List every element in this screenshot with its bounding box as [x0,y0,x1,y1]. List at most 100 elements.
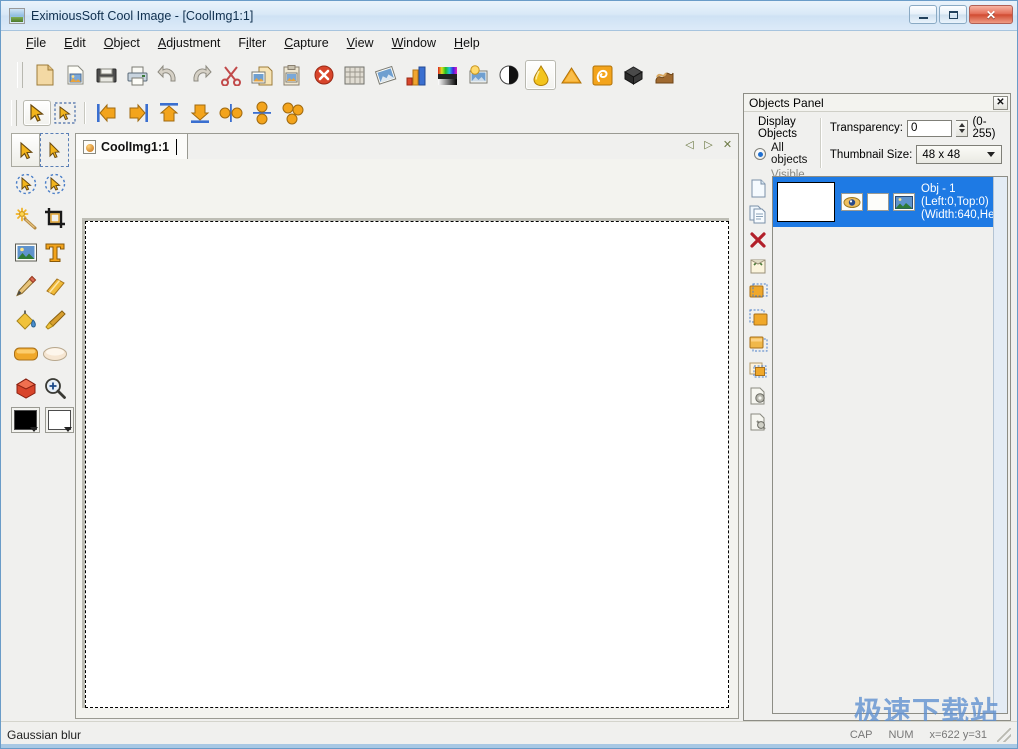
align-left-button[interactable] [91,98,122,128]
align-bottom-button[interactable] [184,98,215,128]
pointer-tool[interactable] [11,133,40,167]
eraser-tool[interactable] [40,269,69,303]
polygon-tool[interactable] [11,371,40,405]
distribute-button[interactable] [277,98,308,128]
color-palette-button[interactable] [432,60,463,90]
select-object-tool[interactable] [23,100,51,126]
orange-square-up-icon [749,283,768,301]
merge-layers-icon [749,257,768,275]
canvas-scroll-area[interactable] [76,159,738,718]
maximize-button[interactable] [939,5,967,24]
redo-button[interactable] [184,60,215,90]
transparency-input[interactable]: 0 [907,120,952,137]
undo-button[interactable] [153,60,184,90]
rotate-left-tool[interactable] [11,167,40,201]
menu-window[interactable]: Window [383,34,445,52]
pointer-marquee-tool[interactable] [40,133,69,167]
align-right-button[interactable] [122,98,153,128]
background-color-swatch[interactable] [45,407,74,433]
objects-panel-close-button[interactable]: ✕ [993,96,1008,110]
blur-button[interactable] [525,60,556,90]
blank-thumb-icon[interactable] [867,193,889,211]
open-button[interactable] [60,60,91,90]
radio-all-objects[interactable]: All objects [754,142,818,166]
foreground-color-swatch[interactable] [11,407,40,433]
print-button[interactable] [122,60,153,90]
menu-capture[interactable]: Capture [275,34,337,52]
rectangle-tool[interactable] [11,337,40,371]
minimize-button[interactable] [909,5,937,24]
crop-tool[interactable] [40,201,69,235]
transparency-stepper[interactable] [956,120,968,137]
new-button[interactable] [29,60,60,90]
align-center-horizontal-button[interactable] [215,98,246,128]
chevron-down-icon[interactable] [30,427,38,432]
bring-front-button[interactable] [747,334,769,354]
align-center-vertical-button[interactable] [246,98,277,128]
app-icon [9,8,25,24]
delete-object-button[interactable] [747,230,769,250]
sharpen-button[interactable] [556,60,587,90]
copy-button[interactable] [246,60,277,90]
close-button[interactable]: ✕ [969,5,1013,24]
chevron-down-icon[interactable] [64,427,72,432]
objects-list-item[interactable]: Obj - 1 (Left:0,Top:0) (Width:640,Height… [773,177,1007,227]
window-title: EximiousSoft Cool Image - [CoolImg1:1] [31,9,253,23]
objects-list[interactable]: Obj - 1 (Left:0,Top:0) (Width:640,Height… [772,176,1008,714]
brightness-button[interactable] [463,60,494,90]
move-up-button[interactable] [747,282,769,302]
align-toolbar-grip[interactable] [11,100,17,126]
magic-wand-tool[interactable] [11,201,40,235]
image-thumb-icon[interactable] [893,193,915,211]
contrast-button[interactable] [494,60,525,90]
thumbnail-size-value: 48 x 48 [922,149,960,161]
menu-adjustment[interactable]: Adjustment [149,34,230,52]
distort-button[interactable] [587,60,618,90]
object-effects-button[interactable] [747,412,769,432]
menu-help[interactable]: Help [445,34,489,52]
texture-button[interactable] [649,60,680,90]
paste-button[interactable] [277,60,308,90]
image-canvas[interactable] [85,221,729,708]
select-region-tool[interactable] [51,100,79,126]
histogram-button[interactable] [401,60,432,90]
visibility-eye-icon[interactable] [841,193,863,211]
cut-button[interactable] [215,60,246,90]
image-effect-button[interactable] [370,60,401,90]
send-back-button[interactable] [747,360,769,380]
rotate-right-tool[interactable] [40,167,69,201]
text-t-icon [44,241,66,263]
menu-file[interactable]: File [17,34,55,52]
duplicate-object-button[interactable] [747,204,769,224]
menu-view[interactable]: View [338,34,383,52]
mdi-close-button[interactable]: ✕ [721,137,734,153]
objects-list-scrollbar[interactable] [993,177,1007,713]
pencil-tool[interactable] [11,269,40,303]
toolbar-grip[interactable] [17,62,23,88]
canvas-size-button[interactable] [339,60,370,90]
mdi-previous-button[interactable]: ◁ [683,137,696,153]
menu-edit[interactable]: Edit [55,34,95,52]
document-tab[interactable]: CoolImg1:1 [76,134,188,159]
emboss-button[interactable] [618,60,649,90]
delete-button[interactable] [308,60,339,90]
brush-tool[interactable] [40,303,69,337]
save-button[interactable] [91,60,122,90]
image-tool[interactable] [11,235,40,269]
menu-object[interactable]: Object [95,34,149,52]
new-object-button[interactable] [747,178,769,198]
merge-objects-button[interactable] [747,256,769,276]
object-properties-button[interactable] [747,386,769,406]
resize-grip[interactable] [997,728,1011,742]
zoom-in-tool[interactable] [40,371,69,405]
thumbnail-size-select[interactable]: 48 x 48 [916,145,1002,164]
align-top-button[interactable] [153,98,184,128]
move-down-button[interactable] [747,308,769,328]
paint-bucket-tool[interactable] [11,303,40,337]
mdi-next-button[interactable]: ▷ [702,137,715,153]
text-tool[interactable] [40,235,69,269]
align-bottom-icon [189,101,211,125]
menu-filter[interactable]: Filter [229,34,275,52]
ellipse-tool[interactable] [40,337,69,371]
align-center-v-icon [251,101,273,125]
